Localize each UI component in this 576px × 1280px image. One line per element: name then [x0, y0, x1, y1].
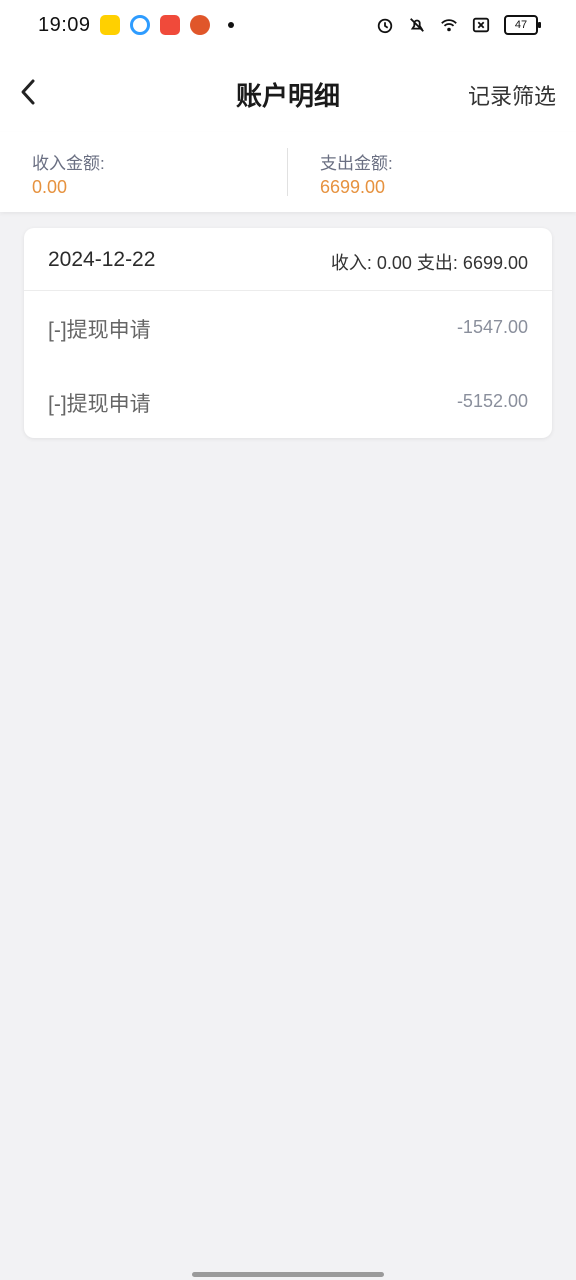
expense-summary: 支出金额: 6699.00	[320, 149, 393, 198]
record-row[interactable]: [-]提现申请 -5152.00	[24, 372, 552, 432]
chat-bubble-icon	[130, 15, 150, 35]
sim-x-icon	[472, 16, 490, 34]
record-title: [-]提现申请	[48, 319, 151, 342]
day-header: 2024-12-22 收入: 0.00 支出: 6699.00	[24, 228, 552, 291]
day-record-card: 2024-12-22 收入: 0.00 支出: 6699.00 [-]提现申请 …	[24, 228, 552, 438]
more-notifications-dot-icon	[228, 22, 234, 28]
income-label: 收入金额:	[32, 154, 105, 173]
record-filter-button[interactable]: 记录筛选	[468, 79, 556, 111]
status-bar: 19:09 47	[0, 0, 576, 52]
home-indicator[interactable]	[192, 1272, 384, 1277]
mute-icon	[408, 16, 426, 34]
record-date: 2024-12-22	[48, 248, 156, 271]
video-player-icon	[160, 15, 180, 35]
notification-app-icons	[100, 15, 234, 35]
status-time: 19:09	[38, 14, 91, 36]
record-amount: -1547.00	[456, 317, 528, 337]
app-header: 账户明细 记录筛选	[0, 52, 576, 132]
expense-value: 6699.00	[320, 177, 386, 197]
income-summary: 收入金额: 0.00	[32, 149, 105, 198]
system-status-icons: 47	[376, 15, 541, 35]
day-totals: 收入: 0.00 支出: 6699.00	[330, 253, 528, 273]
income-value: 0.00	[32, 177, 68, 197]
record-title: [-]提现申请	[48, 393, 151, 416]
expense-label: 支出金额:	[320, 154, 393, 173]
summary-divider	[287, 148, 288, 196]
meituan-icon	[100, 15, 120, 35]
alarm-icon	[376, 16, 394, 34]
record-row[interactable]: [-]提现申请 -1547.00	[24, 298, 552, 358]
amount-summary: 收入金额: 0.00 支出金额: 6699.00	[0, 132, 576, 212]
record-amount: -5152.00	[456, 391, 528, 411]
battery-icon: 47	[504, 15, 541, 35]
wifi-icon	[440, 16, 458, 34]
pumpkin-app-icon	[190, 15, 210, 35]
